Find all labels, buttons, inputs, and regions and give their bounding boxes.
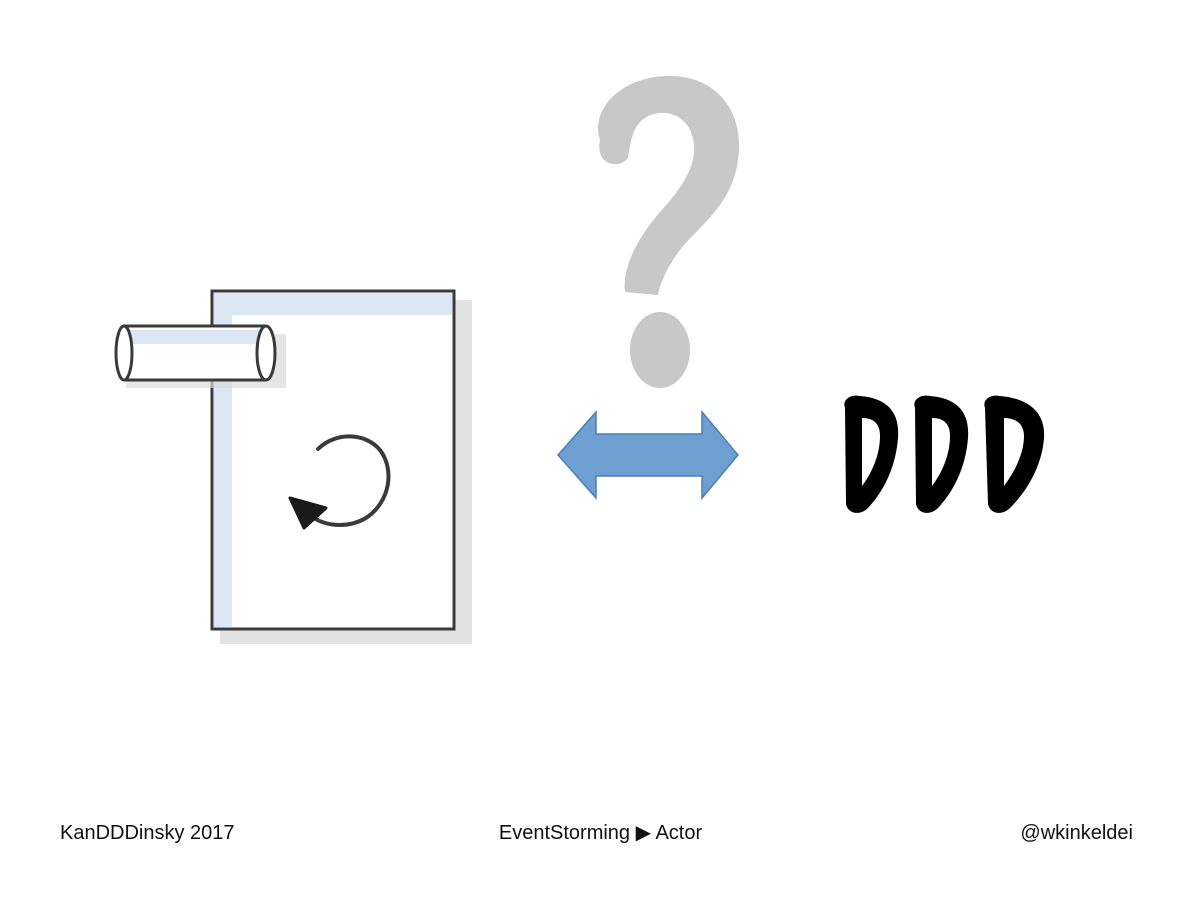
question-mark-dot — [630, 312, 690, 388]
question-mark-hook — [598, 75, 740, 295]
ddd-logo — [844, 395, 1045, 513]
question-mark-icon — [598, 75, 740, 388]
pipe-tint — [124, 330, 266, 344]
double-arrow-icon — [556, 409, 739, 501]
footer-twitter-handle: @wkinkeldei — [1020, 822, 1133, 844]
document-tint-top — [214, 293, 452, 315]
pipe-left-end — [114, 324, 134, 382]
double-arrow-shape — [556, 409, 739, 501]
slide-graphics — [114, 75, 1045, 644]
ddd-letter-2 — [914, 395, 969, 513]
database-pipe-icon — [114, 324, 286, 388]
ddd-letter-3 — [984, 395, 1045, 513]
process-document-icon — [114, 289, 472, 644]
slide: KanDDDinsky 2017 EventStorming ▶ Actor @… — [0, 0, 1201, 901]
pipe-right-end — [255, 324, 277, 382]
ddd-letter-1 — [844, 395, 899, 513]
